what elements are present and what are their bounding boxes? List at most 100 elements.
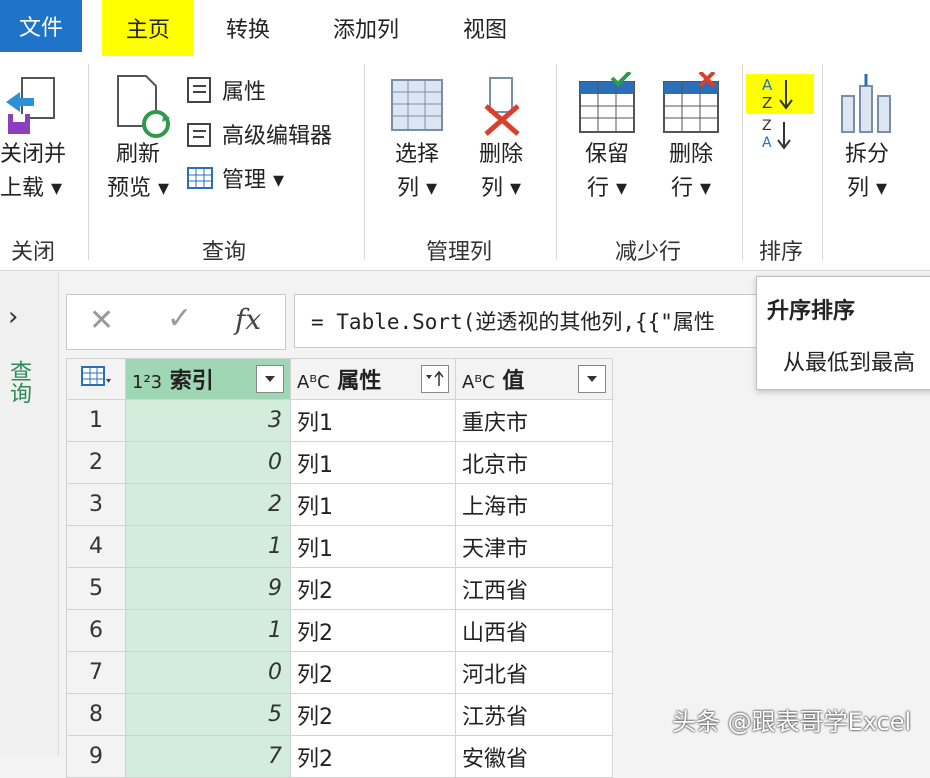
index-cell[interactable]: 5 [125, 693, 291, 736]
column-header-index[interactable]: 1²3 索引 [125, 358, 291, 400]
tab-add-column[interactable]: 添加列 [316, 0, 416, 56]
split-column-button[interactable]: 拆分 列 ▾ [832, 72, 902, 206]
refresh-preview-button[interactable]: 刷新 预览 ▾ [100, 72, 176, 206]
advanced-editor-button[interactable]: 高级编辑器 [186, 118, 332, 150]
table-row[interactable]: 3 2 列1 上海市 [66, 483, 613, 526]
value-cell[interactable]: 重庆市 [455, 399, 613, 442]
formula-input[interactable]: = Table.Sort(逆透视的其他列,{{"属性 [294, 294, 764, 348]
sort-descending-button[interactable]: Z A [754, 116, 806, 152]
value-cell[interactable]: 江西省 [455, 567, 613, 610]
svg-text:Z: Z [762, 94, 772, 112]
choose-columns-button[interactable]: 选择 列 ▾ [382, 72, 452, 206]
close-and-load-button[interactable]: 关闭并 上载 ▾ [0, 72, 70, 206]
manage-button[interactable]: 管理 ▾ [186, 162, 284, 194]
properties-icon [187, 77, 211, 103]
keep-rows-label-2: 行 ▾ [586, 176, 628, 201]
table-row[interactable]: 1 3 列1 重庆市 [66, 399, 613, 442]
index-cell[interactable]: 1 [125, 525, 291, 568]
row-number[interactable]: 2 [66, 441, 126, 484]
table-menu-button[interactable] [66, 358, 126, 400]
remove-rows-button[interactable]: 删除 行 ▾ [654, 72, 728, 206]
value-cell[interactable]: 北京市 [455, 441, 613, 484]
split-column-icon [841, 74, 891, 133]
index-cell[interactable]: 3 [125, 399, 291, 442]
tab-add-column-label: 添加列 [332, 18, 399, 43]
tab-home-label: 主页 [125, 18, 170, 43]
row-number[interactable]: 9 [66, 735, 126, 778]
attribute-cell[interactable]: 列2 [290, 567, 456, 610]
tab-home[interactable]: 主页 [102, 0, 194, 56]
sort-ascending-button[interactable]: A Z [746, 74, 814, 114]
advanced-editor-icon [187, 123, 211, 147]
index-cell[interactable]: 7 [125, 735, 291, 778]
attribute-cell[interactable]: 列1 [290, 441, 456, 484]
properties-button[interactable]: 属性 [186, 74, 266, 106]
keep-rows-button[interactable]: 保留 行 ▾ [570, 72, 644, 206]
value-cell[interactable]: 安徽省 [455, 735, 613, 778]
value-cell[interactable]: 天津市 [455, 525, 613, 568]
attribute-cell[interactable]: 列1 [290, 483, 456, 526]
queries-pane-label[interactable]: 查询 [6, 360, 34, 404]
attribute-cell[interactable]: 列2 [290, 609, 456, 652]
filter-dropdown-button[interactable] [256, 365, 284, 393]
fx-icon[interactable]: fx [235, 303, 261, 336]
svg-text:Z: Z [762, 118, 772, 134]
close-load-label-2: 上载 ▾ [0, 176, 63, 201]
index-cell[interactable]: 2 [125, 483, 291, 526]
sort-filter-button[interactable] [421, 365, 449, 393]
table-row[interactable]: 7 0 列2 河北省 [66, 651, 613, 694]
row-number[interactable]: 3 [66, 483, 126, 526]
row-number[interactable]: 6 [66, 609, 126, 652]
index-cell[interactable]: 0 [125, 441, 291, 484]
value-cell[interactable]: 河北省 [455, 651, 613, 694]
split-column-label-1: 拆分 [844, 142, 889, 167]
table-icon [81, 366, 111, 386]
remove-rows-label-1: 删除 [668, 142, 713, 167]
row-number[interactable]: 4 [66, 525, 126, 568]
table-row[interactable]: 2 0 列1 北京市 [66, 441, 613, 484]
index-cell[interactable]: 0 [125, 651, 291, 694]
ribbon: 关闭并 上载 ▾ 关闭 刷新 预览 ▾ 属性 高级编辑器 管理 ▾ 查询 选择 … [0, 58, 930, 271]
attribute-cell[interactable]: 列2 [290, 693, 456, 736]
chevron-down-icon [265, 376, 275, 382]
remove-columns-label-1: 删除 [478, 142, 523, 167]
table-row[interactable]: 8 5 列2 江苏省 [66, 693, 613, 736]
row-number[interactable]: 5 [66, 567, 126, 610]
expand-chevron-icon[interactable]: › [8, 302, 18, 332]
column-header-value[interactable]: AᴮC 值 [455, 358, 613, 400]
table-row[interactable]: 4 1 列1 天津市 [66, 525, 613, 568]
close-load-label-1: 关闭并 [0, 142, 67, 167]
remove-columns-button[interactable]: 删除 列 ▾ [466, 72, 536, 206]
attribute-cell[interactable]: 列2 [290, 735, 456, 778]
table-row[interactable]: 9 7 列2 安徽省 [66, 735, 613, 778]
value-cell[interactable]: 江苏省 [455, 693, 613, 736]
index-cell[interactable]: 1 [125, 609, 291, 652]
value-cell[interactable]: 上海市 [455, 483, 613, 526]
attribute-cell[interactable]: 列1 [290, 525, 456, 568]
row-number[interactable]: 8 [66, 693, 126, 736]
column-header-attribute[interactable]: AᴮC 属性 [290, 358, 456, 400]
tab-file[interactable]: 文件 [0, 0, 82, 52]
svg-text:A: A [762, 135, 772, 151]
split-column-label-2: 列 ▾ [846, 176, 888, 201]
separator [822, 64, 823, 260]
value-cell[interactable]: 山西省 [455, 609, 613, 652]
table-row[interactable]: 5 9 列2 江西省 [66, 567, 613, 610]
table-row[interactable]: 6 1 列2 山西省 [66, 609, 613, 652]
tab-transform[interactable]: 转换 [206, 0, 290, 56]
attribute-cell[interactable]: 列1 [290, 399, 456, 442]
separator [556, 64, 557, 260]
cancel-icon[interactable]: ✕ [89, 303, 114, 338]
row-number[interactable]: 1 [66, 399, 126, 442]
remove-columns-icon [484, 77, 520, 136]
tab-view[interactable]: 视图 [440, 0, 530, 56]
attribute-cell[interactable]: 列2 [290, 651, 456, 694]
filter-dropdown-button[interactable] [578, 365, 606, 393]
row-number[interactable]: 7 [66, 651, 126, 694]
sort-tooltip: 升序排序 从最低到最高 [756, 276, 930, 390]
confirm-icon[interactable]: ✓ [167, 301, 192, 336]
separator [364, 64, 365, 260]
index-cell[interactable]: 9 [125, 567, 291, 610]
svg-text:A: A [762, 76, 773, 94]
formula-buttons: ✕ ✓ fx [66, 294, 286, 350]
